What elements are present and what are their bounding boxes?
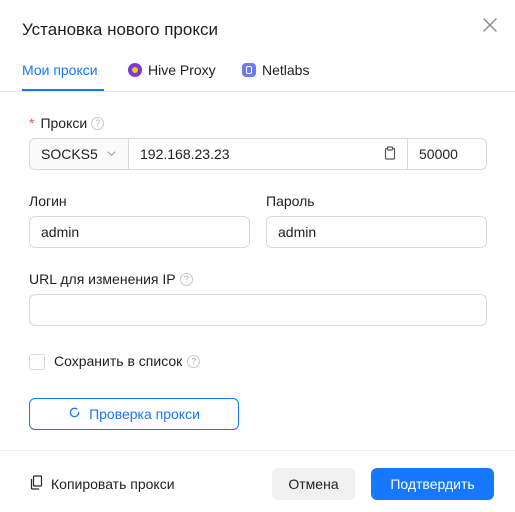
hive-proxy-icon (128, 63, 142, 77)
clipboard-icon[interactable] (384, 145, 396, 163)
login-value: admin (41, 224, 80, 240)
refresh-icon (68, 406, 81, 422)
add-proxy-dialog: Установка нового прокси Мои прокси Hive … (0, 0, 515, 512)
proxy-label-text: Прокси (40, 115, 88, 131)
tab-bar: Мои прокси Hive Proxy Netlabs (0, 50, 515, 92)
required-mark: * (29, 115, 35, 131)
help-icon: ? (179, 272, 193, 286)
confirm-button[interactable]: Подтвердить (371, 468, 494, 500)
change-ip-url-label-text: URL для изменения IP (29, 271, 176, 287)
tab-label: Netlabs (262, 62, 310, 78)
password-input[interactable]: admin (266, 216, 487, 248)
proxy-host-input[interactable]: 192.168.23.23 (128, 138, 408, 170)
change-ip-url-input[interactable] (41, 301, 475, 319)
login-label: Логин (29, 193, 67, 209)
login-input[interactable]: admin (29, 216, 250, 248)
check-proxy-label: Проверка прокси (89, 406, 200, 422)
cancel-button[interactable]: Отмена (272, 468, 355, 500)
proxy-port-value: 50000 (419, 146, 458, 162)
proxy-type-value: SOCKS5 (41, 146, 98, 162)
proxy-label: * Прокси ? (29, 115, 105, 131)
dialog-title: Установка нового прокси (22, 20, 218, 39)
password-value: admin (278, 224, 317, 240)
tab-my-proxies[interactable]: Мои прокси (22, 62, 98, 78)
save-to-list-checkbox[interactable] (29, 354, 45, 370)
proxy-port-input[interactable]: 50000 (407, 138, 487, 170)
copy-icon (30, 475, 43, 493)
close-icon[interactable] (482, 17, 498, 33)
help-icon: ? (91, 116, 105, 130)
tab-hive-proxy[interactable]: Hive Proxy (128, 62, 216, 78)
proxy-host-value: 192.168.23.23 (140, 146, 230, 162)
chevron-down-icon (106, 146, 117, 162)
check-proxy-button[interactable]: Проверка прокси (29, 398, 239, 430)
password-label: Пароль (266, 193, 315, 209)
copy-proxy-label: Копировать прокси (51, 476, 175, 492)
tab-label: Мои прокси (22, 62, 98, 78)
help-icon: ? (187, 354, 201, 368)
proxy-type-select[interactable]: SOCKS5 (29, 138, 129, 170)
save-to-list-text: Сохранить в список (54, 353, 183, 369)
copy-proxy-button[interactable]: Копировать прокси (30, 475, 175, 493)
save-to-list-label: Сохранить в список ? (54, 353, 201, 369)
tab-label: Hive Proxy (148, 62, 216, 78)
netlabs-icon (242, 63, 256, 77)
active-tab-indicator (22, 89, 104, 91)
tab-netlabs[interactable]: Netlabs (242, 62, 309, 78)
change-ip-url-field[interactable] (29, 294, 487, 326)
change-ip-url-label: URL для изменения IP ? (29, 271, 193, 287)
dialog-footer: Копировать прокси Отмена Подтвердить (0, 450, 515, 512)
